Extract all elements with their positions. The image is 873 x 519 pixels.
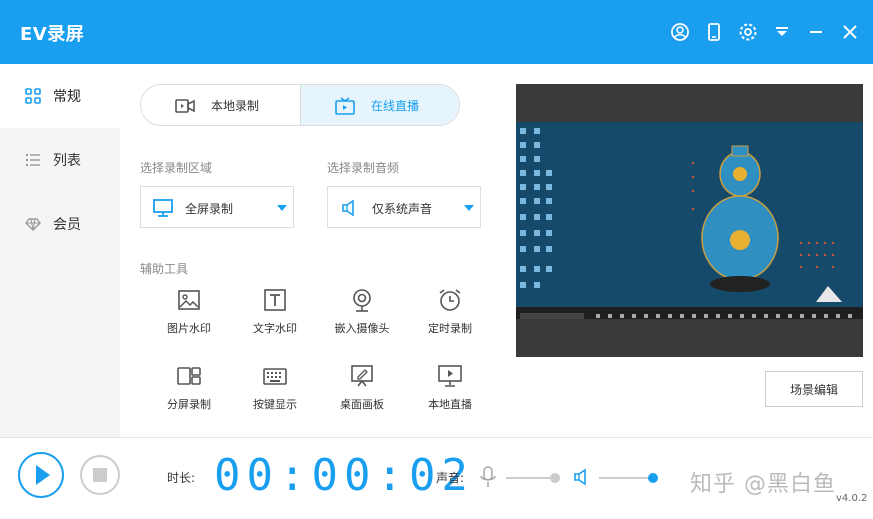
preview-panel [516, 84, 863, 357]
easel-icon [351, 365, 373, 387]
tool-label: 桌面画板 [340, 398, 384, 411]
preview-screen [516, 122, 863, 319]
image-icon [178, 290, 200, 310]
sidebar-item-label: 列表 [53, 153, 81, 169]
record-area-label: 选择录制区域 [140, 161, 213, 175]
scene-edit-button[interactable]: 场景编辑 [765, 371, 863, 407]
version-label: v4.0.2 [836, 493, 868, 504]
speaker-volume-handle[interactable] [648, 473, 658, 483]
tool-split-screen[interactable]: 分屏录制 [154, 364, 224, 424]
speaker-volume-slider[interactable] [599, 477, 653, 479]
video-camera-icon [175, 99, 195, 113]
sidebar-item-label: 常规 [53, 89, 81, 105]
volume-label: 声音: [436, 471, 465, 485]
grid-icon [25, 88, 41, 104]
bottom-bar: 时长: 00:00:02 声音: 知乎 @黑白鱼 v4.0.2 [0, 437, 873, 519]
tab-label: 本地录制 [211, 99, 260, 113]
tab-local-record[interactable]: 本地录制 [141, 85, 300, 125]
tool-desktop-board[interactable]: 桌面画板 [327, 364, 397, 424]
tool-webcam[interactable]: 嵌入摄像头 [327, 288, 397, 348]
chevron-down-icon [277, 205, 287, 211]
sidebar-item-general[interactable]: 常规 [0, 64, 120, 128]
monitor-play-icon [438, 365, 462, 387]
stop-record-button[interactable] [80, 455, 120, 495]
chevron-down-icon [464, 205, 474, 211]
list-icon [26, 154, 40, 166]
mobile-icon[interactable] [701, 18, 727, 46]
watermark-text: 知乎 @黑白鱼 [690, 472, 836, 497]
sidebar-item-list[interactable]: 列表 [0, 128, 120, 192]
play-icon [36, 465, 50, 485]
split-screen-icon [177, 367, 201, 385]
sidebar-item-member[interactable]: 会员 [0, 192, 120, 256]
tool-label: 定时录制 [428, 322, 472, 335]
speaker-icon [342, 199, 354, 217]
start-record-button[interactable] [18, 452, 64, 498]
record-timer: 00:00:02 [214, 450, 474, 501]
preview-taskbar [516, 307, 863, 319]
microphone-icon[interactable] [480, 466, 496, 488]
tools-label: 辅助工具 [140, 262, 189, 276]
minimize-icon[interactable] [803, 18, 829, 46]
sidebar-item-label: 会员 [53, 217, 81, 233]
diamond-icon [25, 218, 41, 231]
tool-key-display[interactable]: 按键显示 [240, 364, 310, 424]
app-window: EV录屏 常规 列表 会员 本地录制 在线直播 选择录制区域 全屏录制 选择录制… [0, 0, 873, 519]
sidebar: 常规 列表 会员 [0, 64, 120, 437]
speaker-icon[interactable] [573, 468, 591, 486]
mic-volume-handle[interactable] [549, 473, 560, 483]
tool-label: 本地直播 [428, 398, 472, 411]
desktop-preview-image [520, 128, 842, 302]
record-audio-select[interactable]: 仅系统声音 [327, 186, 481, 228]
tool-scheduled-record[interactable]: 定时录制 [415, 288, 485, 348]
webcam-icon [353, 289, 371, 312]
tool-label: 嵌入摄像头 [334, 322, 390, 335]
duration-label: 时长: [167, 471, 196, 485]
keyboard-icon [263, 368, 287, 385]
text-icon [264, 289, 286, 311]
monitor-icon [153, 199, 173, 217]
stop-icon [93, 468, 107, 482]
app-title: EV录屏 [20, 24, 85, 45]
tool-label: 图片水印 [167, 322, 211, 335]
tool-image-watermark[interactable]: 图片水印 [154, 288, 224, 348]
tab-live-stream[interactable]: 在线直播 [300, 85, 459, 125]
alarm-clock-icon [439, 289, 461, 311]
tool-label: 分屏录制 [167, 398, 211, 411]
select-value: 全屏录制 [185, 202, 234, 216]
settings-gear-icon[interactable] [735, 18, 761, 46]
select-value: 仅系统声音 [372, 202, 433, 216]
close-icon[interactable] [837, 18, 863, 46]
tool-label: 按键显示 [253, 398, 297, 411]
record-area-select[interactable]: 全屏录制 [140, 186, 294, 228]
tool-text-watermark[interactable]: 文字水印 [240, 288, 310, 348]
mode-toggle: 本地录制 在线直播 [140, 84, 460, 126]
account-icon[interactable] [667, 18, 693, 46]
tool-label: 文字水印 [253, 322, 297, 335]
menu-dropdown-icon[interactable] [769, 18, 795, 46]
tv-icon [335, 97, 355, 115]
title-bar: EV录屏 [0, 0, 873, 64]
record-audio-label: 选择录制音频 [327, 161, 400, 175]
tool-local-stream[interactable]: 本地直播 [415, 364, 485, 424]
tab-label: 在线直播 [371, 99, 420, 113]
title-bar-actions [667, 18, 863, 46]
